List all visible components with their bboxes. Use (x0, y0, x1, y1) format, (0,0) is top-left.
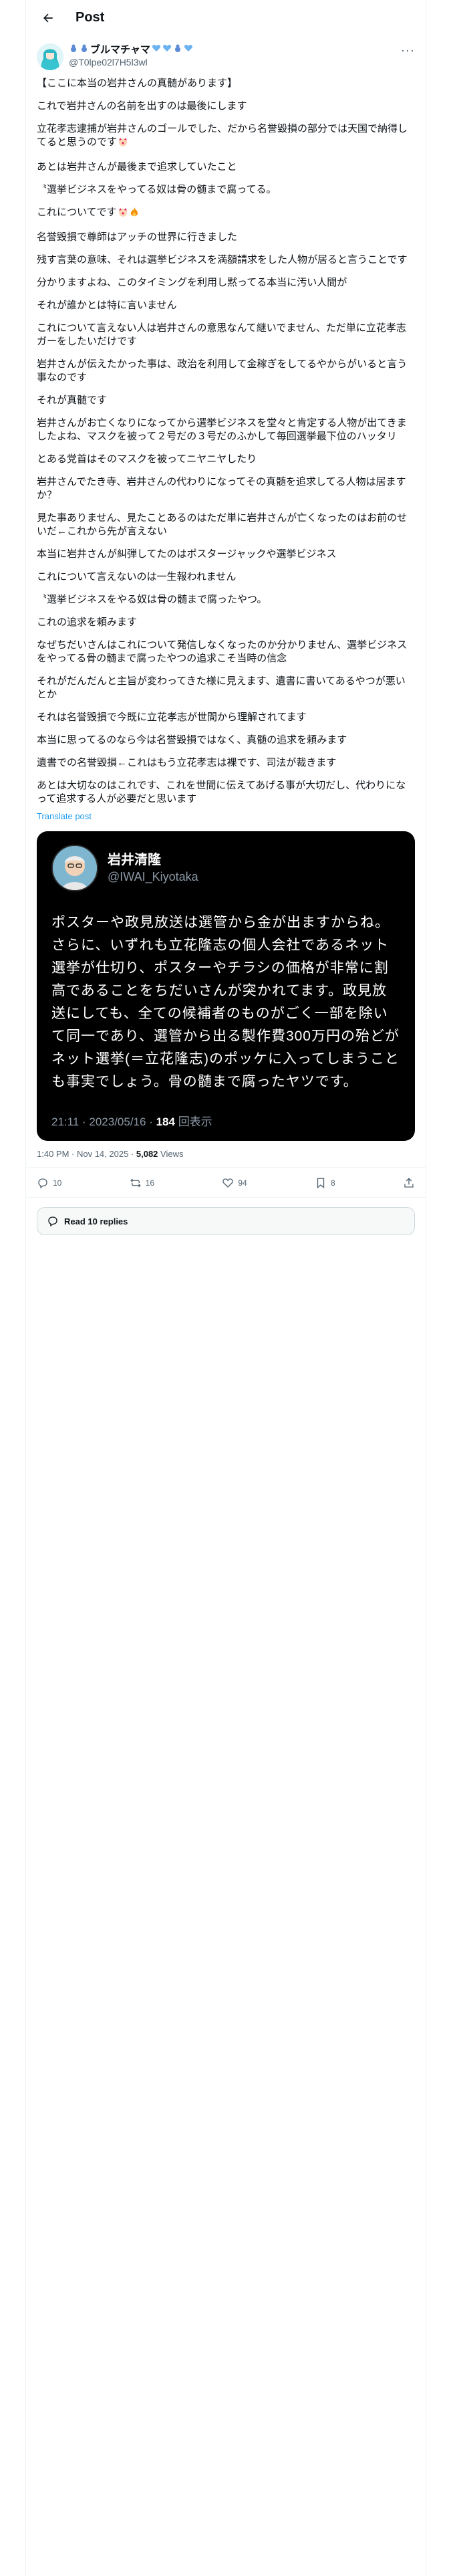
post-paragraph: 〝選挙ビジネスをやる奴は骨の髄まで腐ったやつ。 (37, 594, 267, 605)
quoted-text: ポスターや政見放送は選管から金が出ますからね。さらに、いずれも立花隆志の個人会社… (51, 915, 400, 1089)
quoted-meta: 21:11 · 2023/05/16 · 184 回表示 (51, 1115, 212, 1128)
clown-icon (118, 207, 128, 221)
like-count: 94 (238, 1178, 247, 1188)
repost-count: 16 (145, 1178, 155, 1188)
page-title: Post (76, 10, 105, 25)
post-paragraph: これで岩井さんの名前を出すのは最後にします (37, 100, 247, 112)
arrow-left-icon (43, 13, 53, 22)
read-replies-label: Read 10 replies (64, 1216, 128, 1226)
post-body: 【ここに本当の岩井さんの真髄があります】 これで岩井さんの名前を出すのは最後にし… (26, 70, 426, 823)
bookmark-count: 8 (330, 1178, 335, 1188)
gourd-icon (173, 43, 182, 56)
reply-button[interactable]: 10 (37, 1177, 61, 1189)
post-paragraph: 遺書での名誉毀損←これはもう立花孝志は裸です、司法が裁きます (37, 757, 337, 768)
post-paragraph: 見た事ありません、見たことあるのはただ単に岩井さんが亡くなったのはお前のせいだ←… (37, 512, 408, 537)
post-paragraph: これの追求を頼みます (37, 617, 138, 628)
post-paragraph: なぜちだいさんはこれについて発信しなくなったのか分かりません、選挙ビジネスをやっ… (37, 639, 408, 664)
reply-count: 10 (53, 1178, 62, 1188)
post-paragraph: 本当に思ってるのなら今は名誉毀損ではなく、真髄の追求を頼みます (37, 734, 347, 746)
post-paragraph: あとは岩井さんが最後まで追求していたこと (37, 161, 237, 173)
gourd-icon (69, 43, 78, 56)
post-paragraph: それは名誉毀損で今既に立花孝志が世間から理解されてます (37, 712, 307, 723)
quoted-handle: @IWAI_Kiyotaka (108, 870, 198, 883)
bookmark-icon (317, 1178, 325, 1189)
reply-icon (38, 1178, 47, 1189)
handle[interactable]: @T0lpe02l7H5l3wl (69, 56, 193, 69)
back-button[interactable] (37, 7, 59, 29)
views-count: 5,082 (136, 1149, 158, 1159)
post-paragraph: これについてです (37, 206, 415, 221)
author-row: ブルマチャマ @T0lpe02l7H5l3wl ··· (26, 35, 426, 70)
display-name: ブルマチャマ (90, 44, 150, 56)
translate-post-link[interactable]: Translate post (37, 810, 415, 823)
post-paragraph: 名誉毀損で尊師はアッチの世界に行きました (37, 231, 238, 243)
blue-heart-icon (184, 43, 193, 56)
repost-icon (130, 1178, 141, 1188)
clown-icon (118, 136, 128, 151)
fire-icon (129, 207, 140, 221)
quoted-name: 岩井清隆 (108, 853, 161, 867)
post-paragraph: 岩井さんが伝えたかった事は、政治を利用して金稼ぎをしてるやからがいると言う事なの… (37, 358, 408, 383)
post-meta: 1:40 PM · Nov 14, 2025 · 5,082 Views (26, 1141, 426, 1168)
post-paragraph: それが誰かとは特に言いません (37, 300, 177, 311)
blue-heart-icon (152, 43, 161, 56)
post-paragraph: 岩井さんでたき寺、岩井さんの代わりになってその真髄を追求してる人物は居ますか？ (37, 476, 406, 501)
post-paragraph: 立花孝志逮捕が岩井さんのゴールでした、だから名誉毀損の部分では天国で納得してると… (37, 122, 415, 151)
share-button[interactable] (403, 1177, 415, 1189)
post-paragraph: 本当に岩井さんが糾弾してたのはポスタージャックや選挙ビジネス (37, 548, 337, 560)
avatar[interactable] (37, 43, 63, 70)
post-paragraph: 【ここに本当の岩井さんの真髄があります】 (37, 78, 238, 89)
post-paragraph: それが真髄です (37, 395, 108, 406)
post-paragraph: あとは大切なのはこれです、これを世間に伝えてあげる事が大切だし、代わりになって追… (37, 780, 406, 804)
post-paragraph: これについて言えない人は岩井さんの意思なんて継いでません、ただ単に立花孝志ガーを… (37, 322, 406, 347)
post-paragraph: 岩井さんがお亡くなりになってから選挙ビジネスを堂々と肯定する人物が出てきましたよ… (37, 417, 407, 442)
more-options-icon[interactable]: ··· (401, 43, 415, 58)
post-paragraph: 分かりますよね、このタイミングを利用し黙ってる本当に汚い人間が (37, 277, 347, 288)
post-paragraph: 〝選挙ビジネスをやってる奴は骨の髄まで腐ってる。 (37, 184, 277, 195)
bookmark-button[interactable]: 8 (315, 1177, 335, 1189)
post-paragraph: とある党首はそのマスクを被ってニヤニヤしたり (37, 453, 257, 465)
quoted-image[interactable]: 岩井清隆 @IWAI_Kiyotaka ポスターや政見放送は選管から金が出ますか… (37, 831, 415, 1141)
quoted-avatar (51, 845, 98, 891)
post-paragraph: それがだんだんと主旨が変わってきた様に見えます、遺書に書いてあるやつが悪いとか (37, 675, 406, 700)
read-replies-button[interactable]: Read 10 replies (37, 1207, 415, 1235)
share-icon (404, 1178, 414, 1188)
quoted-author: 岩井清隆 @IWAI_Kiyotaka (51, 845, 400, 891)
like-button[interactable]: 94 (222, 1177, 247, 1189)
display-name-row[interactable]: ブルマチャマ (69, 43, 193, 56)
post-paragraph: これについて言えないのは一生報われません (37, 571, 237, 582)
blue-heart-icon (162, 43, 172, 56)
header: Post (26, 0, 426, 35)
post-timestamp[interactable]: 1:40 PM · Nov 14, 2025 (37, 1149, 128, 1159)
repost-button[interactable]: 16 (130, 1177, 154, 1189)
post-paragraph: 残す言葉の意味、それは選挙ビジネスを満額請求をした人物が居ると言うことです (37, 254, 408, 265)
action-bar: 10 16 94 8 (26, 1168, 426, 1198)
post-column: Post ブルマチャマ @T0lpe02l7H5l3wl ··· 【ここに本当の… (25, 0, 426, 2576)
heart-icon (222, 1178, 234, 1188)
speech-bubble-icon (48, 1216, 57, 1227)
gourd-icon (80, 43, 89, 56)
